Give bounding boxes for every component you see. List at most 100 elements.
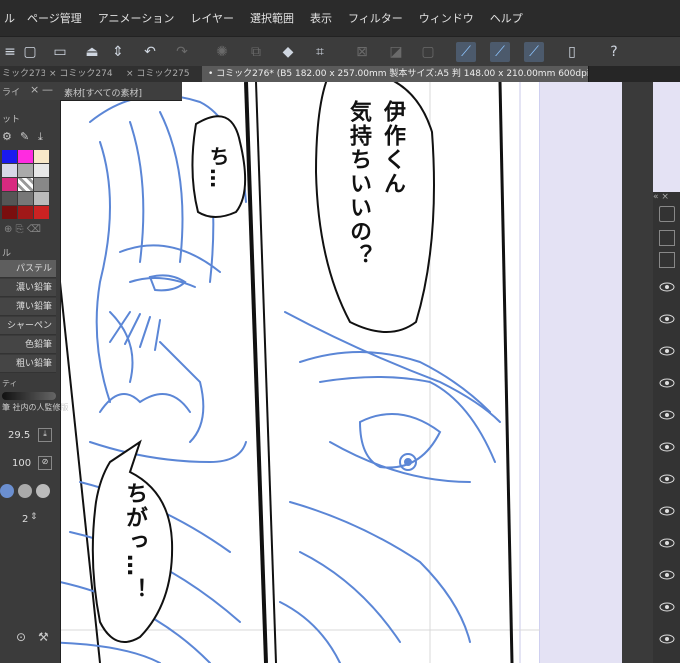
undo-icon[interactable]: ↶	[140, 42, 160, 62]
material-panel-title: 素材[すべての素材]	[64, 89, 143, 99]
menu-selection[interactable]: 選択範囲	[242, 10, 302, 26]
transform-icon[interactable]: ⧉	[246, 42, 266, 62]
reset-icon[interactable]: ⊙	[16, 630, 26, 644]
count-stepper-icon[interactable]: ⇕	[30, 512, 38, 522]
menu-window[interactable]: ウィンドウ	[411, 10, 482, 26]
save-dropdown-icon[interactable]: ⇕	[108, 42, 128, 62]
color-swatch[interactable]	[34, 164, 49, 177]
tool-wrench-icon[interactable]: ⚙	[2, 130, 12, 143]
wrench-icon[interactable]: ⚒	[38, 630, 49, 644]
color-swatch[interactable]	[2, 206, 17, 219]
new-file-icon[interactable]: ▢	[20, 42, 40, 62]
tool-download-icon[interactable]: ⤓	[38, 130, 43, 144]
brush-shape-1[interactable]	[0, 484, 14, 498]
brush-light-pencil[interactable]: 薄い鉛筆	[0, 298, 56, 316]
layer-visibility-icon[interactable]	[659, 506, 675, 516]
menu-filter[interactable]: フィルター	[340, 10, 411, 26]
layer-visibility-icon[interactable]	[659, 538, 675, 548]
layer-visibility-icon[interactable]	[659, 314, 675, 324]
tab-comic275[interactable]: × コミック275	[122, 66, 205, 82]
device-icon[interactable]: ▯	[562, 42, 582, 62]
color-swatch[interactable]	[18, 192, 33, 205]
color-swatch[interactable]	[2, 150, 17, 163]
layer-panel: « ×	[653, 192, 680, 663]
material-panel-header[interactable]: ライ × — 素材[すべての素材]	[0, 82, 182, 101]
color-swatch[interactable]	[18, 150, 33, 163]
color-swatch[interactable]	[34, 150, 49, 163]
layer-visibility-icon[interactable]	[659, 282, 675, 292]
layer-visibility-icon[interactable]	[659, 410, 675, 420]
color-swatch[interactable]	[2, 178, 17, 191]
close-icon[interactable]: ×	[30, 83, 39, 96]
stabilizer-3-icon[interactable]: ⟋	[524, 42, 544, 62]
menu-page[interactable]: ページ管理	[19, 10, 90, 26]
swatch-tools-icon[interactable]: ⊕ ⎘ ⌫	[4, 224, 41, 235]
brush-colored-pencil[interactable]: 色鉛筆	[0, 336, 56, 354]
brush-shape-2[interactable]	[18, 484, 32, 498]
right-dock	[622, 82, 653, 663]
color-swatch[interactable]	[34, 192, 49, 205]
brush-pastel[interactable]: パステル	[0, 260, 56, 278]
size-dropdown-icon[interactable]: ⤓	[38, 428, 52, 442]
minimize-icon[interactable]: —	[42, 83, 53, 96]
color-swatch[interactable]	[18, 206, 33, 219]
color-swatch[interactable]	[34, 178, 49, 191]
layer-visibility-icon[interactable]	[659, 634, 675, 644]
panel-label: ット	[2, 115, 21, 125]
tool-property-panel: ット ⚙ ✎ ⤓ ⊕ ⎘ ⌫ ル パステル 濃い鉛筆 薄い鉛筆 シャーペン 色鉛…	[0, 100, 69, 663]
panel-prefix: ライ	[2, 88, 21, 98]
fill-icon[interactable]: ◆	[278, 42, 298, 62]
layer-visibility-icon[interactable]	[659, 442, 675, 452]
menu-help[interactable]: ヘルプ	[482, 10, 531, 26]
tab-comic276[interactable]: • コミック276* (B5 182.00 x 257.00mm 製本サイズ:A…	[202, 66, 589, 82]
menu-bar: ル ページ管理 アニメーション レイヤー 選択範囲 表示 フィルター ウィンドウ…	[0, 0, 680, 36]
clear-icon[interactable]: ✺	[212, 42, 232, 62]
opacity-lock-icon[interactable]: ⊘	[38, 456, 52, 470]
menu-cut[interactable]: ル	[0, 10, 19, 26]
color-swatch[interactable]	[2, 192, 17, 205]
brush-dark-pencil[interactable]: 濃い鉛筆	[0, 279, 56, 297]
brush-mechanical-pencil[interactable]: シャーペン	[0, 317, 56, 335]
layer-panel-header: « ×	[653, 192, 669, 202]
manga-page[interactable]: ち… 伊作くん 気持ちいいの？ ちがっ…！	[0, 82, 540, 663]
brush-stroke-preview	[2, 392, 56, 400]
border-icon[interactable]: ▢	[418, 42, 438, 62]
stabilizer-2-icon[interactable]: ⟋	[490, 42, 510, 62]
balloon-bottom-text: ちがっ…！	[122, 482, 147, 602]
stabilizer-1-icon[interactable]: ⟋	[456, 42, 476, 62]
brush-size-value[interactable]: 29.5	[8, 430, 30, 441]
invert-icon[interactable]: ◪	[386, 42, 406, 62]
brush-preview-label: 筆 社内の人監修版	[2, 403, 69, 412]
layer-visibility-icon[interactable]	[659, 346, 675, 356]
color-swatch[interactable]	[18, 178, 33, 191]
tab-comic273[interactable]: ミック273	[0, 66, 47, 82]
menu-animation[interactable]: アニメーション	[90, 10, 183, 26]
save-icon[interactable]: ⏏	[82, 42, 102, 62]
tab-comic274[interactable]: × コミック274	[45, 66, 126, 82]
layer-visibility-icon[interactable]	[659, 570, 675, 580]
canvas-area[interactable]: ち… 伊作くん 気持ちいいの？ ちがっ…！	[0, 82, 680, 663]
color-swatch[interactable]	[34, 206, 49, 219]
menu-icon[interactable]: ≡	[0, 42, 20, 62]
help-icon[interactable]: ?	[604, 42, 624, 62]
menu-layer[interactable]: レイヤー	[182, 10, 242, 26]
layer-copy-icon[interactable]	[659, 230, 675, 246]
layer-visibility-icon[interactable]	[659, 602, 675, 612]
brush-shape-3[interactable]	[36, 484, 50, 498]
subtool-label: ル	[2, 249, 12, 259]
opacity-value[interactable]: 100	[12, 458, 31, 469]
layer-add-icon[interactable]	[659, 206, 675, 222]
brush-rough-pencil[interactable]: 粗い鉛筆	[0, 355, 56, 373]
selection-clear-icon[interactable]: ⊠	[352, 42, 372, 62]
layer-folder-icon[interactable]	[659, 252, 675, 268]
layer-visibility-icon[interactable]	[659, 378, 675, 388]
layer-visibility-icon[interactable]	[659, 474, 675, 484]
color-swatch[interactable]	[2, 164, 17, 177]
count-value[interactable]: 2	[22, 514, 28, 525]
color-swatch[interactable]	[18, 164, 33, 177]
menu-view[interactable]: 表示	[302, 10, 340, 26]
open-folder-icon[interactable]: ▭	[50, 42, 70, 62]
redo-icon[interactable]: ↷	[172, 42, 192, 62]
crop-icon[interactable]: ⌗	[310, 42, 330, 62]
tool-settings-icon[interactable]: ✎	[20, 130, 29, 143]
